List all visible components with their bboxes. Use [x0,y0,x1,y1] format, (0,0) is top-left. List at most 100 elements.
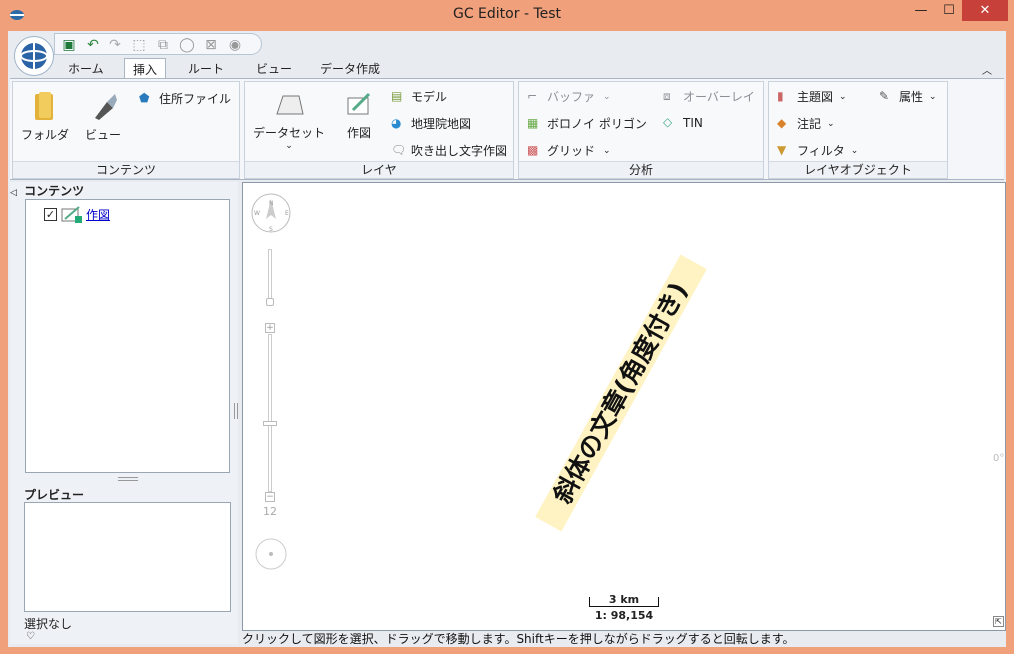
model-label: モデル [411,90,448,104]
tab-route[interactable]: ルート [180,58,232,78]
collapse-ribbon-icon[interactable]: ︿ [982,62,992,77]
svg-text:E: E [285,210,289,217]
buffer-dropdown-icon: ⌄ [603,91,611,102]
quick-access-toolbar: ▣ ↶ ↷ ⬚ ⧉ ◯ ⊠ ◉ [54,33,262,55]
splitter-grip[interactable] [118,477,138,481]
view-button[interactable]: ビュー [85,90,121,143]
layer-visibility-checkbox[interactable]: ✓ [44,207,57,221]
folder-label: フォルダ [21,128,70,142]
svg-text:W: W [254,210,260,217]
thematic-dropdown-icon: ⌄ [839,91,847,102]
vertical-splitter-grip[interactable] [234,403,238,419]
thematic-map-button[interactable]: ▮ 主題図 ⌄ [777,88,847,105]
callout-icon: 🗨 [391,142,407,157]
zoom-level: 12 [263,505,277,518]
annotation-label: 注記 [797,117,822,131]
maximize-button[interactable]: ☐ [934,0,964,21]
tab-view[interactable]: ビュー [248,58,300,78]
gsi-map-label: 地理院地図 [411,117,472,131]
save-icon[interactable]: ▣ [61,37,77,53]
rotated-annotation[interactable]: 斜体の文章(角度付き) [535,254,707,532]
grid-dropdown-icon: ⌄ [603,145,611,156]
group-label-layer-object: レイヤオブジェクト [769,161,947,178]
ribbon: フォルダ ビュー ⬟ 住所ファイル コンテンツ データセット ⌄ 作図 ▤ モデ… [10,78,1004,180]
filter-icon: ▼ [777,142,787,157]
application-menu-button[interactable] [14,36,54,76]
filter-button[interactable]: ▼ フィルタ ⌄ [777,142,858,159]
callout-drawing-button[interactable]: 🗨 吹き出し文字作図 [391,142,507,159]
expand-down-icon[interactable]: ♡ [26,631,35,642]
stop-icon[interactable]: ◉ [227,37,243,53]
attribute-label: 属性 [899,90,924,104]
resize-corner-icon[interactable]: ⇱ [993,616,1004,627]
close-button[interactable]: ✕ [962,0,1008,21]
tilt-slider-handle[interactable] [266,298,274,306]
view-label: ビュー [85,128,122,142]
minimize-button[interactable]: — [906,0,936,21]
select-circle-icon[interactable]: ◯ [179,37,195,53]
grid-label: グリッド [547,144,596,158]
tab-data-creation[interactable]: データ作成 [312,58,388,78]
tab-home[interactable]: ホーム [60,58,112,78]
gsi-map-button[interactable]: ◕ 地理院地図 [391,115,471,132]
compass-icon[interactable]: N S E W [251,193,295,237]
dataset-button[interactable]: データセット ⌄ [253,90,325,151]
panel-collapse-icon[interactable]: ◁ [10,188,17,198]
buffer-button[interactable]: ⌐ バッファ ⌄ [527,88,611,105]
contents-title: コンテンツ [24,184,85,198]
window-title: GC Editor - Test [452,6,562,22]
model-button[interactable]: ▤ モデル [391,88,447,105]
tree-item-label[interactable]: 作図 [86,206,110,223]
group-label-analysis: 分析 [519,161,763,178]
group-layer-object: ▮ 主題図 ⌄ ✎ 属性 ⌄ ◆ 注記 ⌄ ▼ フィルタ ⌄ レイヤオブジェクト [768,81,948,179]
tab-insert[interactable]: 挿入 [124,58,167,79]
tilt-slider-track[interactable] [268,249,272,305]
drawing-button[interactable]: 作図 [345,90,373,141]
svg-text:S: S [269,226,273,233]
status-bar: クリックして図形を選択、ドラッグで移動します。Shiftキーを押しながらドラッグ… [242,632,795,646]
filter-dropdown-icon: ⌄ [850,145,859,156]
rotation-reset-icon[interactable] [254,537,288,571]
thematic-map-label: 主題図 [797,90,834,104]
voronoi-button[interactable]: ▦ ボロノイ ポリゴン [527,115,647,132]
selection-status: 選択なし [24,617,73,631]
attribute-dropdown-icon: ⌄ [929,91,937,102]
grid-button[interactable]: ▩ グリッド ⌄ [527,142,611,159]
folder-button[interactable]: フォルダ [21,90,69,143]
buffer-label: バッファ [547,90,596,104]
select-rect-icon[interactable]: ⬚ [131,37,147,53]
redo-icon[interactable]: ↷ [107,37,123,53]
gsi-map-icon: ◕ [391,115,402,130]
app-client: ▣ ↶ ↷ ⬚ ⧉ ◯ ⊠ ◉ ホーム 挿入 ルート ビュー データ作成 ︿ フ… [8,31,1006,647]
select-multi-icon[interactable]: ⧉ [155,37,171,53]
tin-label: TIN [683,116,703,130]
rotation-readout: 0° [993,453,1005,464]
address-file-button[interactable]: ⬟ 住所ファイル [139,90,231,107]
overlay-button[interactable]: ⧈ オーバーレイ [663,88,755,105]
buffer-icon: ⌐ [527,88,538,103]
folder-icon [35,92,53,120]
zoom-in-button[interactable]: + [265,323,275,333]
tin-button[interactable]: ◇ TIN [663,115,703,131]
undo-icon[interactable]: ↶ [85,37,101,53]
group-analysis: ⌐ バッファ ⌄ ⧈ オーバーレイ ▦ ボロノイ ポリゴン ◇ TIN ▩ グリ… [518,81,764,179]
overlay-label: オーバーレイ [683,90,755,104]
annotation-dropdown-icon: ⌄ [827,118,835,129]
attribute-icon: ✎ [879,88,890,103]
address-file-icon: ⬟ [139,90,150,105]
preview-title: プレビュー [24,488,85,502]
map-canvas[interactable]: N S E W + − 12 斜体の文章(角度付き) 0° 3 km 1: 98… [242,182,1006,631]
svg-text:N: N [269,200,274,207]
scale-ratio: 1: 98,154 [594,609,654,622]
clear-selection-icon[interactable]: ⊠ [203,37,219,53]
annotation-icon: ◆ [777,115,787,130]
group-contents: フォルダ ビュー ⬟ 住所ファイル コンテンツ [12,81,240,179]
zoom-out-button[interactable]: − [265,492,275,502]
zoom-slider-track[interactable] [268,334,272,492]
annotation-button[interactable]: ◆ 注記 ⌄ [777,115,835,132]
zoom-slider-handle[interactable] [263,421,277,426]
group-label-layer: レイヤ [245,161,513,178]
filter-label: フィルタ [797,144,845,158]
attribute-button[interactable]: ✎ 属性 ⌄ [879,88,937,105]
tree-item: ✓ 作図 [44,205,110,223]
